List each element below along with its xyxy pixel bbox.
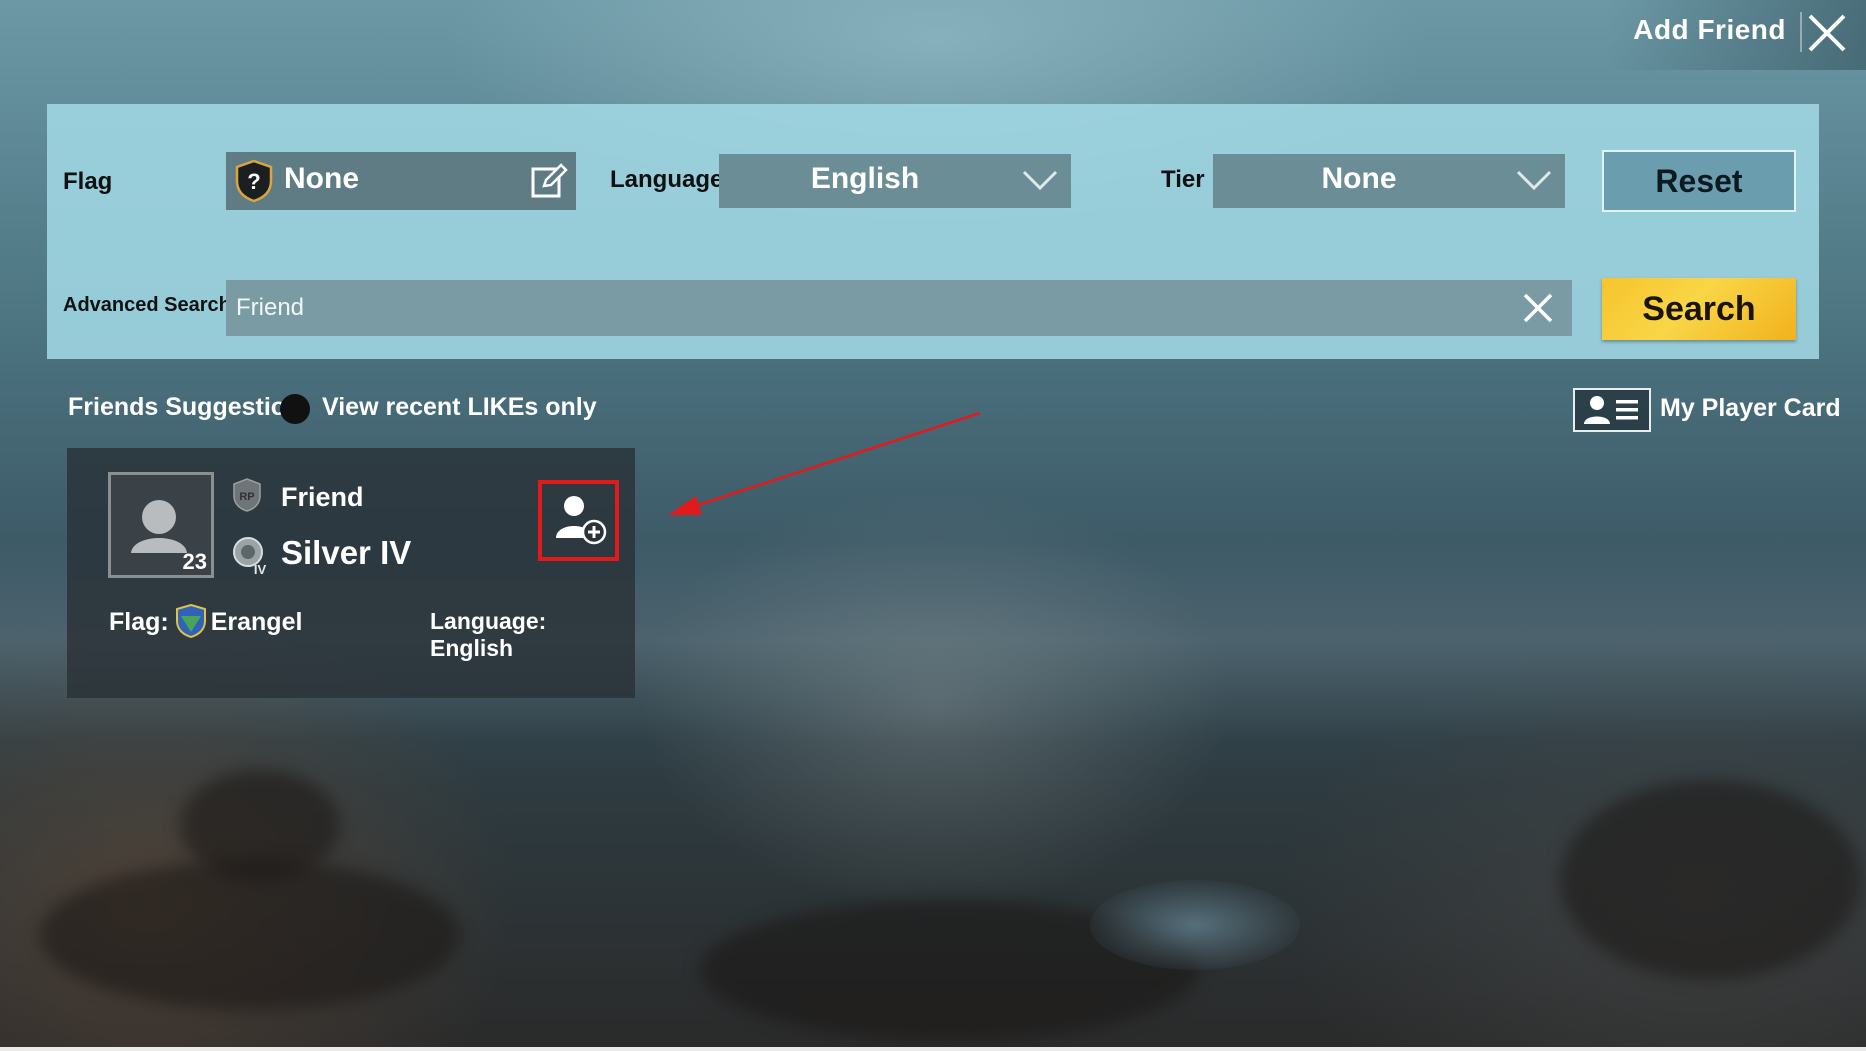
- friend-language: Language: English: [430, 608, 547, 661]
- page-title: Add Friend: [1633, 14, 1786, 45]
- recent-likes-label[interactable]: View recent LIKEs only: [322, 393, 597, 422]
- friend-tier: Silver IV: [281, 534, 412, 571]
- edit-icon[interactable]: [530, 162, 568, 200]
- tier-dropdown[interactable]: None: [1213, 154, 1565, 208]
- bottom-edge: [0, 1047, 1866, 1051]
- add-friend-button[interactable]: [538, 480, 619, 561]
- flag-value: Erangel: [210, 608, 303, 636]
- silver-tier-icon: IV: [233, 537, 267, 577]
- advanced-search-label: Advanced Search: [63, 294, 231, 316]
- player-card-icon: [1584, 396, 1638, 424]
- chevron-down-icon: [1022, 170, 1058, 191]
- recent-likes-toggle[interactable]: [280, 394, 310, 424]
- svg-text:IV: IV: [254, 562, 267, 577]
- rock-decoration: [1560, 780, 1860, 980]
- friend-flag: Flag: Erangel: [109, 604, 302, 638]
- clear-icon[interactable]: [1520, 290, 1556, 326]
- add-user-icon: [556, 496, 607, 545]
- close-icon[interactable]: [1804, 10, 1850, 56]
- avatar[interactable]: 23: [108, 472, 214, 578]
- tier-label: Tier: [1161, 166, 1205, 193]
- flag-prefix: Flag:: [109, 608, 169, 636]
- search-input-value: Friend: [236, 294, 305, 321]
- friends-suggestion-title: Friends Suggestion: [68, 393, 302, 421]
- chevron-down-icon: [1516, 170, 1552, 191]
- player-card-label[interactable]: My Player Card: [1660, 394, 1841, 423]
- header-divider: [1800, 12, 1802, 52]
- friend-name: Friend: [281, 482, 364, 512]
- player-card-button[interactable]: [1573, 388, 1651, 432]
- player-level: 23: [182, 549, 207, 574]
- erangel-flag-icon: [175, 604, 206, 638]
- svg-text:RP: RP: [239, 491, 254, 503]
- rp-badge-icon: RP: [233, 478, 261, 512]
- search-input[interactable]: Friend: [226, 280, 1572, 336]
- filter-panel: Flag ? None Language English Tier None R…: [47, 104, 1819, 359]
- flag-label: Flag: [63, 168, 113, 195]
- friend-suggestion-card: 23 RP Friend IV Silver IV Flag: Erangel …: [67, 448, 635, 698]
- puddle-decoration: [1090, 880, 1300, 970]
- language-label: Language: [610, 166, 724, 193]
- search-button[interactable]: Search: [1602, 278, 1796, 340]
- rock-decoration: [40, 860, 460, 1010]
- flag-selector[interactable]: ? None: [226, 152, 576, 210]
- language-value: English: [810, 162, 920, 195]
- flag-shield-icon: ?: [235, 159, 273, 203]
- language-dropdown[interactable]: English: [719, 154, 1071, 208]
- tier-value: None: [1321, 162, 1397, 195]
- svg-text:?: ?: [247, 169, 260, 194]
- flag-value: None: [284, 162, 359, 195]
- reset-button[interactable]: Reset: [1602, 150, 1796, 212]
